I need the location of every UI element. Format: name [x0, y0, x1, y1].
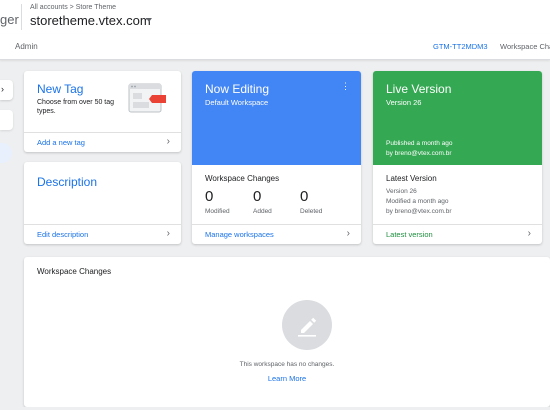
now-editing-header: Now Editing Default Workspace ⋮	[192, 71, 361, 165]
new-tag-card[interactable]: New Tag Choose from over 50 tag types. A…	[24, 71, 181, 152]
latest-version-link[interactable]: Latest version	[386, 230, 433, 239]
container-selector[interactable]: storetheme.vtex.com	[30, 13, 151, 28]
live-version-title: Live Version	[386, 82, 452, 96]
chevron-right-icon: ›	[346, 228, 350, 239]
workspace-changes-panel: Workspace Changes This workspace has no …	[24, 257, 550, 407]
workspace-changes-label: Workspace Changes	[500, 42, 550, 51]
chevron-down-icon[interactable]	[146, 18, 152, 22]
published-time: Published a month ago	[386, 140, 453, 147]
workspace-changes-title: Workspace Changes	[37, 267, 112, 276]
latest-modified: Modified a month ago	[386, 198, 449, 205]
chevron-right-icon: ›	[166, 228, 170, 239]
sidebar-item-active[interactable]	[0, 143, 12, 163]
more-vert-icon[interactable]: ⋮	[341, 81, 350, 92]
nav-bar: Admin GTM-TT2MDM3 Workspace Changes	[0, 34, 550, 60]
stat-modified: 0 Modified	[205, 188, 230, 215]
tab-admin[interactable]: Admin	[15, 42, 38, 51]
app-title-fragment: ger	[0, 12, 19, 27]
chevron-right-icon: ›	[1, 84, 4, 94]
now-editing-footer[interactable]: Manage workspaces ›	[192, 224, 361, 244]
sidebar-item[interactable]	[0, 110, 13, 130]
edit-description-link[interactable]: Edit description	[37, 230, 88, 239]
description-card[interactable]: Description Edit description ›	[24, 162, 181, 244]
pencil-icon	[282, 300, 332, 350]
empty-state-text: This workspace has no changes.	[239, 361, 335, 368]
latest-by: by breno@vtex.com.br	[386, 208, 452, 215]
live-version-header: Live Version Version 26 Published a mont…	[373, 71, 542, 165]
stat-label: Deleted	[300, 208, 323, 215]
stat-label: Added	[253, 208, 272, 215]
latest-version-heading: Latest Version	[386, 174, 437, 183]
container-id-link[interactable]: GTM-TT2MDM3	[433, 42, 488, 51]
breadcrumb[interactable]: All accounts > Store Theme	[30, 4, 116, 11]
new-tag-description: Choose from over 50 tag types.	[37, 99, 115, 115]
learn-more-link[interactable]: Learn More	[24, 374, 550, 383]
now-editing-card: Now Editing Default Workspace ⋮ Workspac…	[192, 71, 361, 244]
published-info: Published a month ago by breno@vtex.com.…	[386, 139, 453, 159]
description-footer[interactable]: Edit description ›	[24, 224, 181, 244]
live-version-card: Live Version Version 26 Published a mont…	[373, 71, 542, 244]
new-tag-title: New Tag	[37, 82, 84, 96]
stat-value: 0	[300, 188, 309, 205]
description-title: Description	[37, 175, 98, 189]
now-editing-title: Now Editing	[205, 82, 270, 96]
header-divider	[21, 4, 22, 30]
tag-illustration-icon	[128, 83, 166, 113]
manage-workspaces-link[interactable]: Manage workspaces	[205, 230, 274, 239]
stat-deleted: 0 Deleted	[300, 188, 322, 215]
top-bar: ger All accounts > Store Theme storethem…	[0, 0, 550, 34]
live-version-number: Version 26	[386, 98, 422, 107]
stat-value: 0	[205, 188, 214, 205]
stat-label: Modified	[205, 208, 230, 215]
workspace-name: Default Workspace	[205, 98, 269, 107]
latest-version-number: Version 26	[386, 188, 417, 195]
stat-value: 0	[253, 188, 262, 205]
latest-version-info: Version 26 Modified a month ago by breno…	[386, 187, 452, 217]
chevron-right-icon: ›	[527, 228, 531, 239]
add-new-tag-link[interactable]: Add a new tag	[37, 138, 85, 147]
new-tag-footer[interactable]: Add a new tag ›	[24, 132, 181, 152]
chevron-right-icon: ›	[166, 136, 170, 147]
workspace-changes-heading: Workspace Changes	[205, 174, 280, 183]
live-version-footer[interactable]: Latest version ›	[373, 224, 542, 244]
published-by: by breno@vtex.com.br	[386, 150, 452, 157]
sidebar-expand-button[interactable]: ›	[0, 80, 13, 100]
stat-added: 0 Added	[253, 188, 272, 215]
